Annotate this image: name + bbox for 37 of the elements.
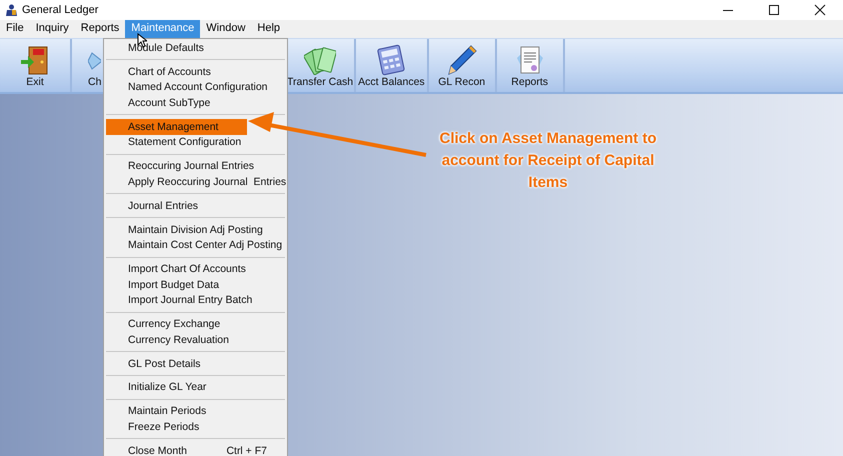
- toolbar-button[interactable]: Ch: [72, 39, 101, 92]
- window-title: General Ledger: [22, 4, 100, 16]
- money-icon: [304, 44, 336, 74]
- menu-item[interactable]: Reoccuring Journal Entries: [106, 158, 285, 174]
- menu-item[interactable]: Named Account Configuration: [106, 79, 285, 96]
- menu-item[interactable]: Import Chart Of Accounts: [106, 261, 285, 277]
- menu-item[interactable]: Inquiry: [30, 20, 75, 38]
- menu-item[interactable]: Close Month Ctrl + F7: [106, 442, 285, 456]
- toolbar-button[interactable]: GL Recon: [428, 39, 497, 92]
- callout-text: Click on Asset Management to account for Receipt of Capital Items: [438, 129, 658, 193]
- toolbar-button[interactable]: Acct Balances: [356, 39, 429, 92]
- menu-item[interactable]: Maintain Periods: [106, 404, 285, 420]
- menu-item[interactable]: Currency Revaluation: [106, 332, 285, 348]
- menu-item[interactable]: Statement Configuration: [106, 134, 285, 150]
- menu-item[interactable]: Module Defaults: [106, 40, 285, 56]
- toolbar-button[interactable]: Exit: [0, 39, 72, 92]
- toolbar-button[interactable]: Reports: [496, 39, 565, 92]
- menu-item[interactable]: Maintain Division Adj Posting: [106, 222, 285, 238]
- app-icon: [6, 4, 17, 16]
- menu-item[interactable]: Freeze Periods: [106, 419, 285, 435]
- menu-item[interactable]: Initialize GL Year: [106, 380, 285, 396]
- menu-item[interactable]: Account SubType: [106, 95, 285, 111]
- menu-item[interactable]: Import Journal Entry Batch: [106, 292, 285, 308]
- menu-item[interactable]: GL Post Details: [106, 356, 285, 372]
- menu-item[interactable]: Window: [200, 20, 252, 38]
- menu-item[interactable]: File: [0, 20, 30, 38]
- menu-item[interactable]: Chart of Accounts: [106, 64, 285, 80]
- menu-item[interactable]: Help: [251, 20, 286, 38]
- menu-item[interactable]: Journal Entries: [106, 198, 285, 214]
- pencil-icon: [446, 44, 478, 76]
- menu-item[interactable]: Import Budget Data: [106, 276, 285, 292]
- exit-door-icon: [20, 44, 50, 76]
- menu-item[interactable]: Apply Reoccuring Journal Entries: [106, 174, 285, 190]
- report-document-icon: [514, 44, 545, 76]
- menu-item[interactable]: Reports: [74, 20, 126, 38]
- menu-item[interactable]: Currency Exchange: [106, 316, 285, 332]
- menu-item[interactable]: Maintain Cost Center Adj Posting: [106, 237, 285, 253]
